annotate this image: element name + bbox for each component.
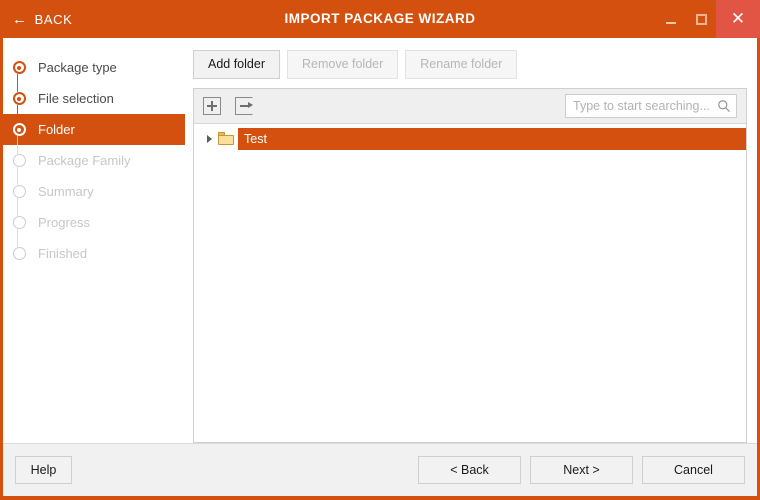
step-marker — [10, 238, 28, 269]
collapse-all-icon[interactable] — [235, 97, 253, 115]
sidebar-item-folder[interactable]: Folder — [3, 114, 185, 145]
folder-tree-panel: Test — [193, 88, 747, 443]
footer-nav-buttons: < Back Next > Cancel — [418, 456, 745, 484]
sidebar-item-label: Package Family — [38, 153, 130, 168]
step-dot-icon — [13, 216, 26, 229]
step-marker — [10, 176, 28, 207]
step-dot-icon — [13, 185, 26, 198]
window-controls: ✕ — [656, 0, 760, 38]
sidebar-item-package-type[interactable]: Package type — [3, 52, 185, 83]
close-button[interactable]: ✕ — [716, 0, 760, 38]
sidebar-item-label: Finished — [38, 246, 87, 261]
folder-tree-body: Test — [194, 124, 746, 442]
maximize-icon — [696, 14, 707, 25]
window-body: Package type File selection — [3, 38, 757, 496]
tree-item-test[interactable]: Test — [194, 128, 746, 150]
minimize-icon — [666, 22, 676, 24]
back-nav-label: BACK — [35, 12, 73, 27]
next-button[interactable]: Next > — [530, 456, 633, 484]
add-folder-button[interactable]: Add folder — [193, 50, 280, 79]
step-dot-icon — [13, 61, 26, 74]
minimize-button[interactable] — [656, 0, 686, 38]
chevron-right-icon[interactable] — [202, 135, 216, 143]
sidebar-item-package-family: Package Family — [3, 145, 185, 176]
arrow-left-icon: ← — [12, 12, 28, 27]
step-dot-icon — [13, 247, 26, 260]
step-marker — [10, 52, 28, 83]
help-button[interactable]: Help — [15, 456, 72, 484]
close-icon: ✕ — [731, 11, 745, 28]
sidebar-item-label: Summary — [38, 184, 94, 199]
cancel-button[interactable]: Cancel — [642, 456, 745, 484]
sidebar-item-label: Folder — [38, 122, 75, 137]
back-nav-button[interactable]: ← BACK — [0, 8, 82, 31]
tree-item-label: Test — [238, 128, 746, 150]
back-button[interactable]: < Back — [418, 456, 521, 484]
folder-icon — [218, 132, 234, 145]
folder-actions-toolbar: Add folder Remove folder Rename folder — [193, 50, 747, 79]
step-dot-icon — [13, 92, 26, 105]
window-title: IMPORT PACKAGE WIZARD — [0, 0, 760, 38]
title-bar: ← BACK IMPORT PACKAGE WIZARD ✕ — [0, 0, 760, 38]
step-marker — [10, 207, 28, 238]
step-dot-icon — [13, 154, 26, 167]
rename-folder-button: Rename folder — [405, 50, 517, 79]
import-package-wizard-window: ← BACK IMPORT PACKAGE WIZARD ✕ — [0, 0, 760, 500]
step-dot-icon — [13, 123, 26, 136]
tree-toolbar — [194, 89, 746, 124]
sidebar-item-progress: Progress — [3, 207, 185, 238]
expand-all-icon[interactable] — [203, 97, 221, 115]
sidebar-item-label: Package type — [38, 60, 117, 75]
step-marker — [10, 114, 28, 145]
remove-folder-button: Remove folder — [287, 50, 398, 79]
wizard-steps-sidebar: Package type File selection — [3, 38, 185, 443]
maximize-button[interactable] — [686, 0, 716, 38]
sidebar-item-finished: Finished — [3, 238, 185, 269]
wizard-footer: Help < Back Next > Cancel — [3, 443, 757, 496]
step-marker — [10, 83, 28, 114]
sidebar-item-file-selection[interactable]: File selection — [3, 83, 185, 114]
sidebar-item-label: File selection — [38, 91, 114, 106]
step-marker — [10, 145, 28, 176]
search-input[interactable] — [565, 94, 737, 118]
sidebar-item-summary: Summary — [3, 176, 185, 207]
folder-step-pane: Add folder Remove folder Rename folder — [185, 38, 757, 443]
tree-search — [565, 94, 737, 118]
sidebar-item-label: Progress — [38, 215, 90, 230]
content-area: Package type File selection — [3, 38, 757, 443]
